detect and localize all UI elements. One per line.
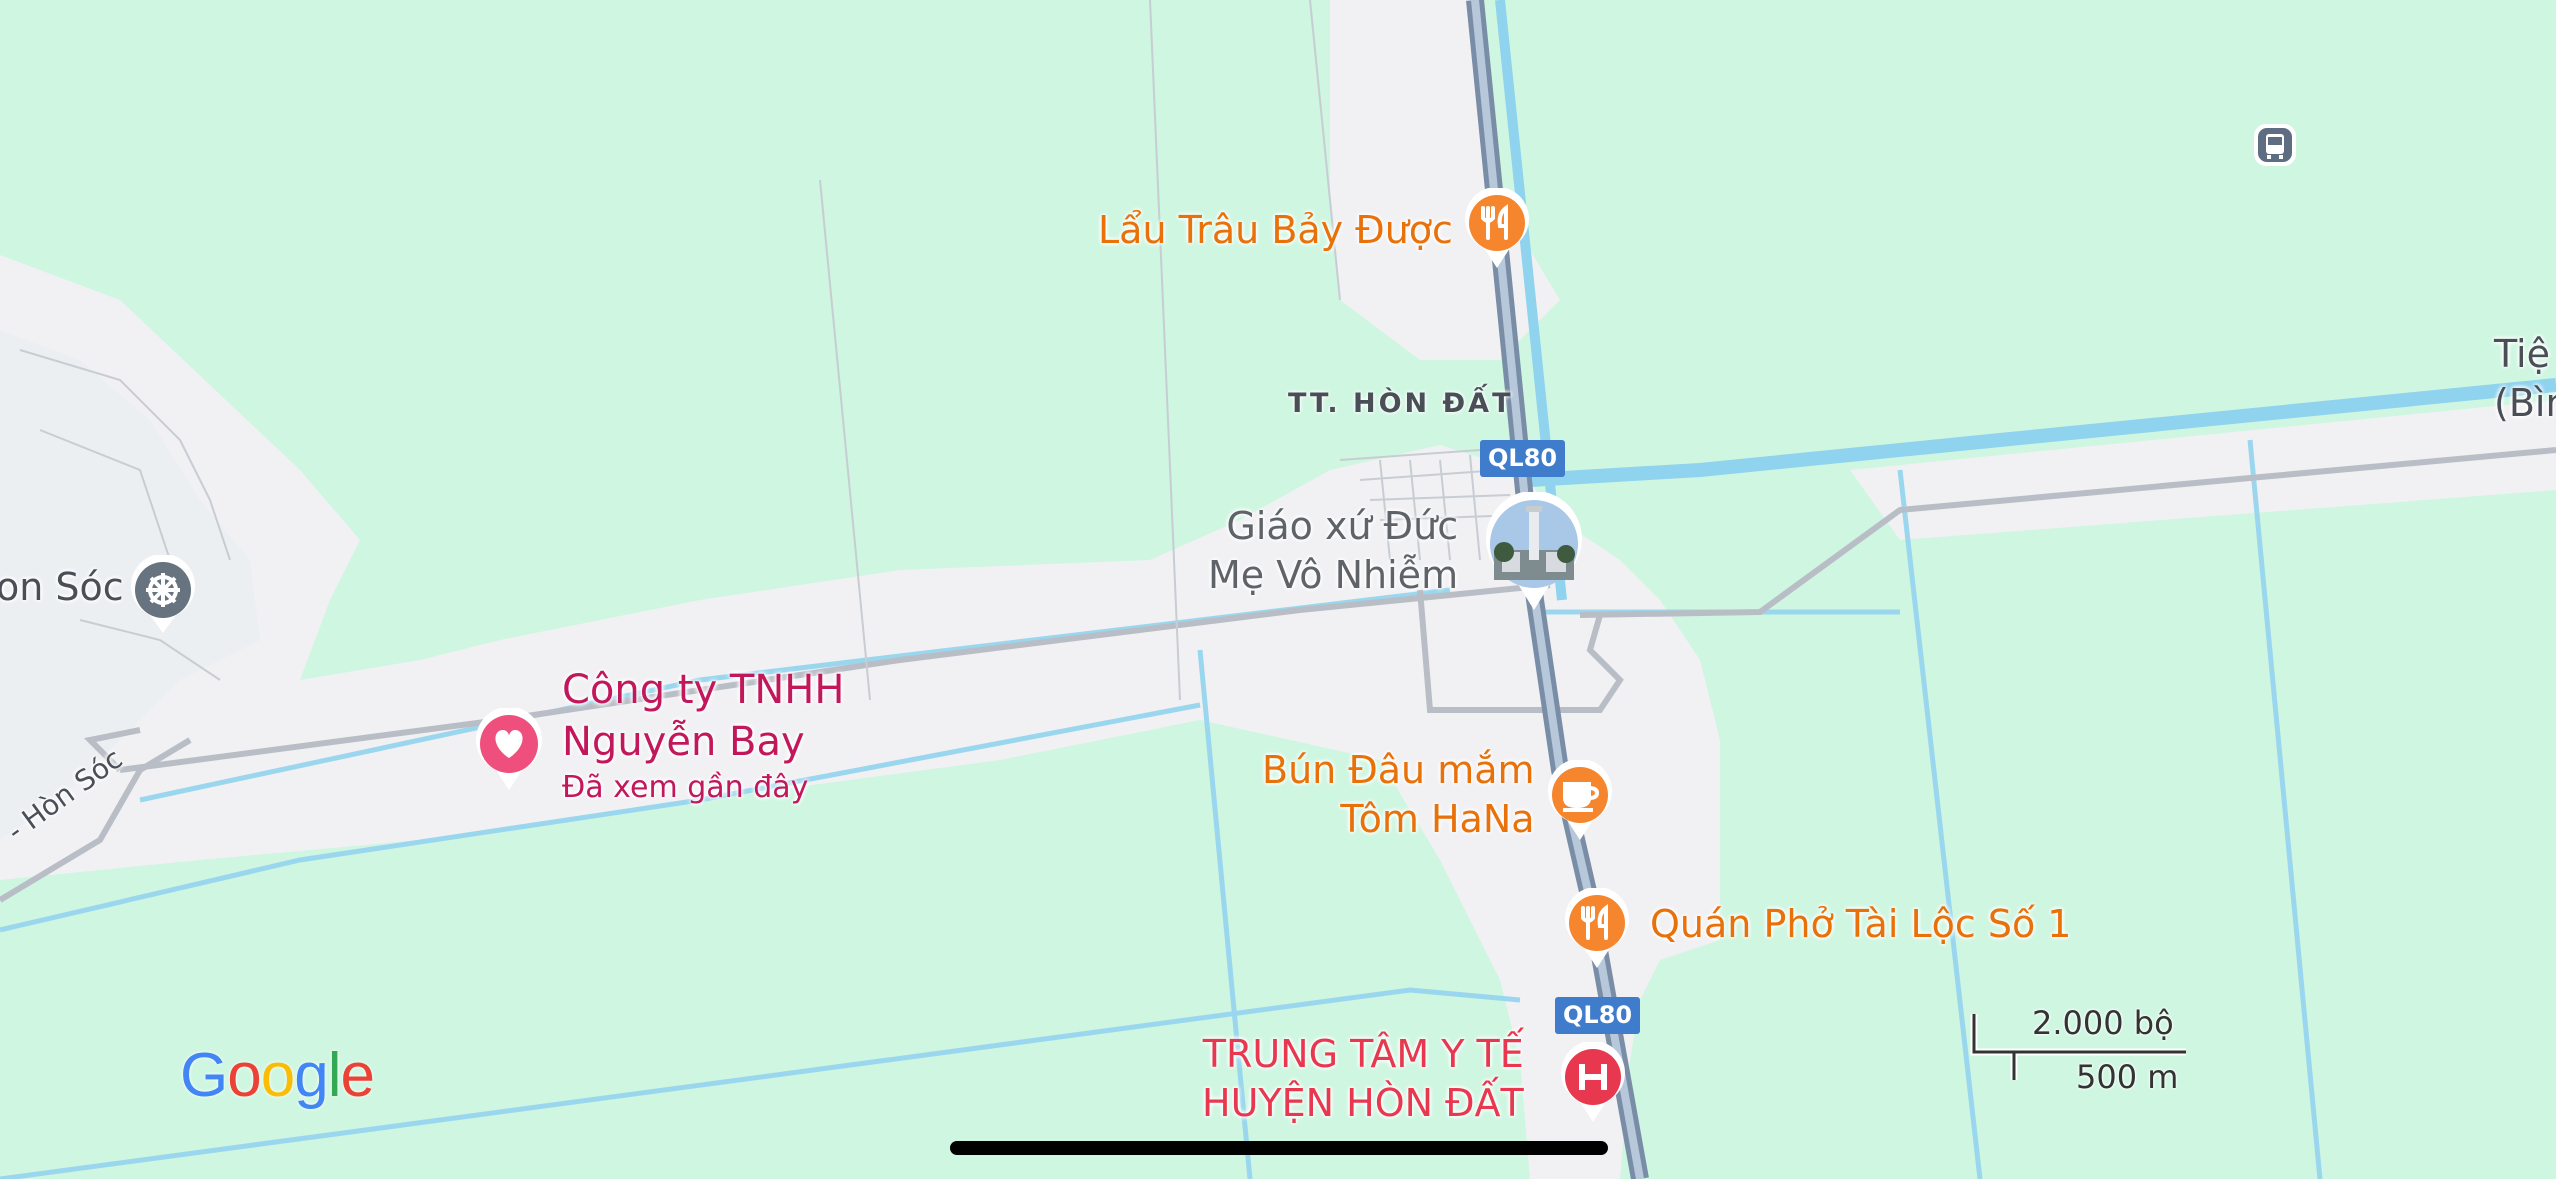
poi-label-cong-ty-line1: Công ty TNHH [562,667,845,713]
town-label: TT. HÒN ĐẤT [1288,388,1514,419]
scale-metric: 500 m [2076,1058,2179,1096]
poi-label-trung-tam-y-te[interactable]: TRUNG TÂM Y TẾ HUYỆN HÒN ĐẤT [1202,1030,1524,1129]
dharma-wheel-icon [146,573,180,607]
place-label-right-line1: Tiệ [2494,332,2550,376]
place-label-right-line2: (Bìn [2494,381,2556,426]
poi-pin-cong-ty[interactable] [473,706,545,797]
poi-pin-lau-trau[interactable] [1462,186,1532,275]
home-indicator[interactable] [950,1141,1608,1155]
temple-pin[interactable] [128,553,198,640]
google-logo: Google [180,1041,375,1110]
poi-label-bun-dau-line2: Tôm HaNa [1340,797,1535,842]
place-label-right-edge[interactable]: Tiệ (Bìn [2494,330,2556,429]
place-label-hon-soc[interactable]: on Sóc [0,563,124,612]
poi-label-trung-tam-line2: HUYỆN HÒN ĐẤT [1202,1081,1524,1126]
poi-label-bun-dau-line1: Bún Đâu mắm [1262,748,1535,792]
poi-pin-quan-pho[interactable] [1562,886,1632,975]
road-shield-ql80-south: QL80 [1555,997,1641,1034]
poi-label-cong-ty-line2: Nguyễn Bay [562,719,805,765]
poi-label-giao-xu-line2: Mẹ Vô Nhiễm [1208,553,1459,598]
poi-label-bun-dau[interactable]: Bún Đâu mắm Tôm HaNa [1262,746,1535,845]
poi-pin-giao-xu[interactable] [1482,490,1586,617]
bus-stop-pin[interactable] [2252,122,2298,173]
poi-label-giao-xu[interactable]: Giáo xứ Đức Mẹ Vô Nhiễm [1208,502,1458,601]
poi-pin-bun-dau[interactable] [1545,758,1615,847]
poi-label-lau-trau[interactable]: Lẩu Trâu Bảy Được [1098,206,1453,255]
poi-label-trung-tam-line1: TRUNG TÂM Y TẾ [1202,1032,1524,1076]
poi-pin-hospital[interactable] [1558,1040,1628,1129]
road-shield-ql80-north: QL80 [1480,440,1566,477]
poi-label-quan-pho[interactable]: Quán Phở Tài Lộc Số 1 [1650,900,2072,949]
scale-imperial: 2.000 bộ [2032,1004,2174,1042]
poi-subtitle-recently-viewed: Đã xem gần đây [562,770,809,805]
poi-label-cong-ty[interactable]: Công ty TNHH Nguyễn Bay Đã xem gần đây [562,664,844,807]
poi-label-giao-xu-line1: Giáo xứ Đức [1226,504,1459,548]
